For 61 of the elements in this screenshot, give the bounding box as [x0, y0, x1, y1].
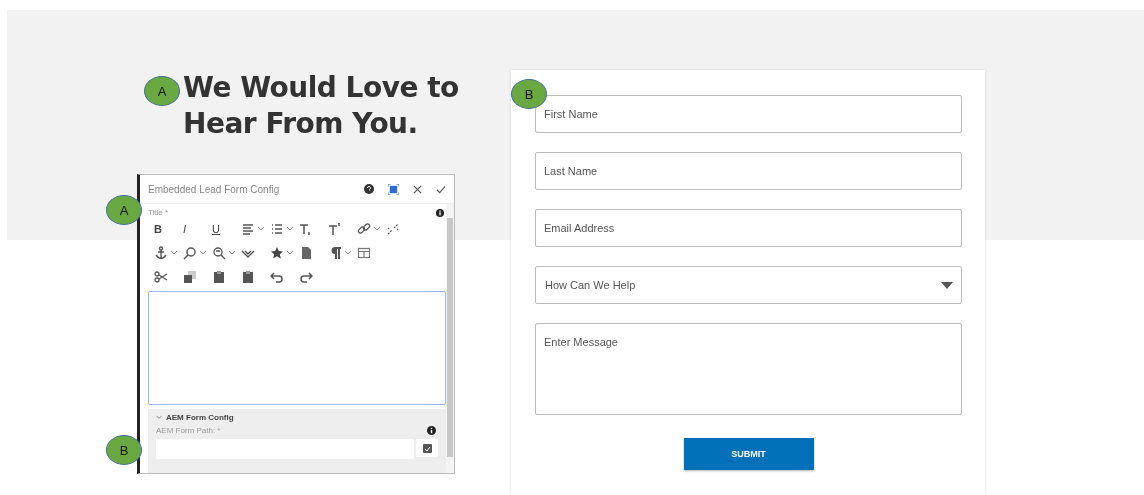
link-icon — [357, 222, 371, 236]
text-field[interactable]: Email Address — [535, 209, 962, 247]
copy-icon — [183, 270, 197, 284]
bold-button[interactable]: B — [154, 223, 177, 235]
star-icon — [270, 246, 284, 260]
find-replace-icon — [212, 246, 226, 260]
anchor-button[interactable] — [154, 246, 177, 260]
scissors-icon — [154, 270, 168, 284]
message-field[interactable]: Enter Message — [535, 323, 962, 415]
undo-icon — [270, 270, 284, 284]
help-dropdown[interactable]: How Can We Help — [535, 266, 962, 304]
dropdown-arrow-icon — [941, 281, 953, 289]
check-icon — [436, 184, 446, 194]
text-field[interactable]: First Name — [535, 95, 962, 133]
replace-button[interactable] — [212, 246, 235, 260]
caret-icon — [374, 227, 380, 231]
callout-marker: B — [106, 435, 142, 465]
fullscreen-icon — [388, 183, 399, 195]
page-heading: We Would Love to Hear From You. — [183, 70, 460, 142]
dialog-title: Embedded Lead Form Config — [148, 183, 281, 195]
list-button[interactable] — [270, 222, 293, 236]
help-icon — [364, 184, 374, 194]
superscript-icon — [328, 222, 342, 236]
section-title[interactable]: AEM Form Config — [166, 413, 234, 422]
list-icon — [270, 222, 284, 236]
picker-icon — [422, 443, 432, 453]
caret-icon — [229, 251, 235, 255]
align-button[interactable] — [241, 222, 264, 236]
caret-icon — [258, 227, 264, 231]
scrollbar[interactable] — [446, 204, 454, 473]
search-button[interactable] — [183, 246, 206, 260]
info-icon — [436, 208, 444, 217]
field-label: Title * — [148, 208, 169, 217]
align-icon — [241, 222, 255, 236]
star-button[interactable] — [270, 246, 293, 260]
paragraph-icon — [328, 246, 342, 260]
field-label: AEM Form Path: * — [156, 426, 221, 435]
info-icon — [427, 426, 436, 435]
link-button[interactable] — [357, 222, 380, 236]
search-icon — [183, 246, 197, 260]
caret-icon — [200, 251, 206, 255]
anchor-icon — [154, 246, 168, 260]
document-icon — [299, 246, 313, 260]
close-icon — [413, 184, 422, 194]
paragraph-button[interactable] — [328, 246, 351, 260]
caret-icon — [171, 251, 177, 255]
unlink-icon — [386, 222, 400, 236]
underline-button[interactable]: U — [212, 223, 235, 235]
clipboard-icon — [241, 270, 255, 284]
caret-icon — [287, 251, 293, 255]
table-icon — [357, 246, 371, 260]
path-picker-button[interactable] — [416, 439, 438, 457]
submit-button[interactable]: SUBMIT — [683, 438, 814, 470]
text-field[interactable]: Last Name — [535, 152, 962, 190]
clipboard-icon — [212, 270, 226, 284]
redo-icon — [299, 270, 313, 284]
caret-icon — [287, 227, 293, 231]
italic-button[interactable]: I — [183, 223, 206, 235]
subscript-icon — [299, 222, 313, 236]
chevron-down-icon — [156, 415, 162, 420]
caret-icon — [345, 251, 351, 255]
